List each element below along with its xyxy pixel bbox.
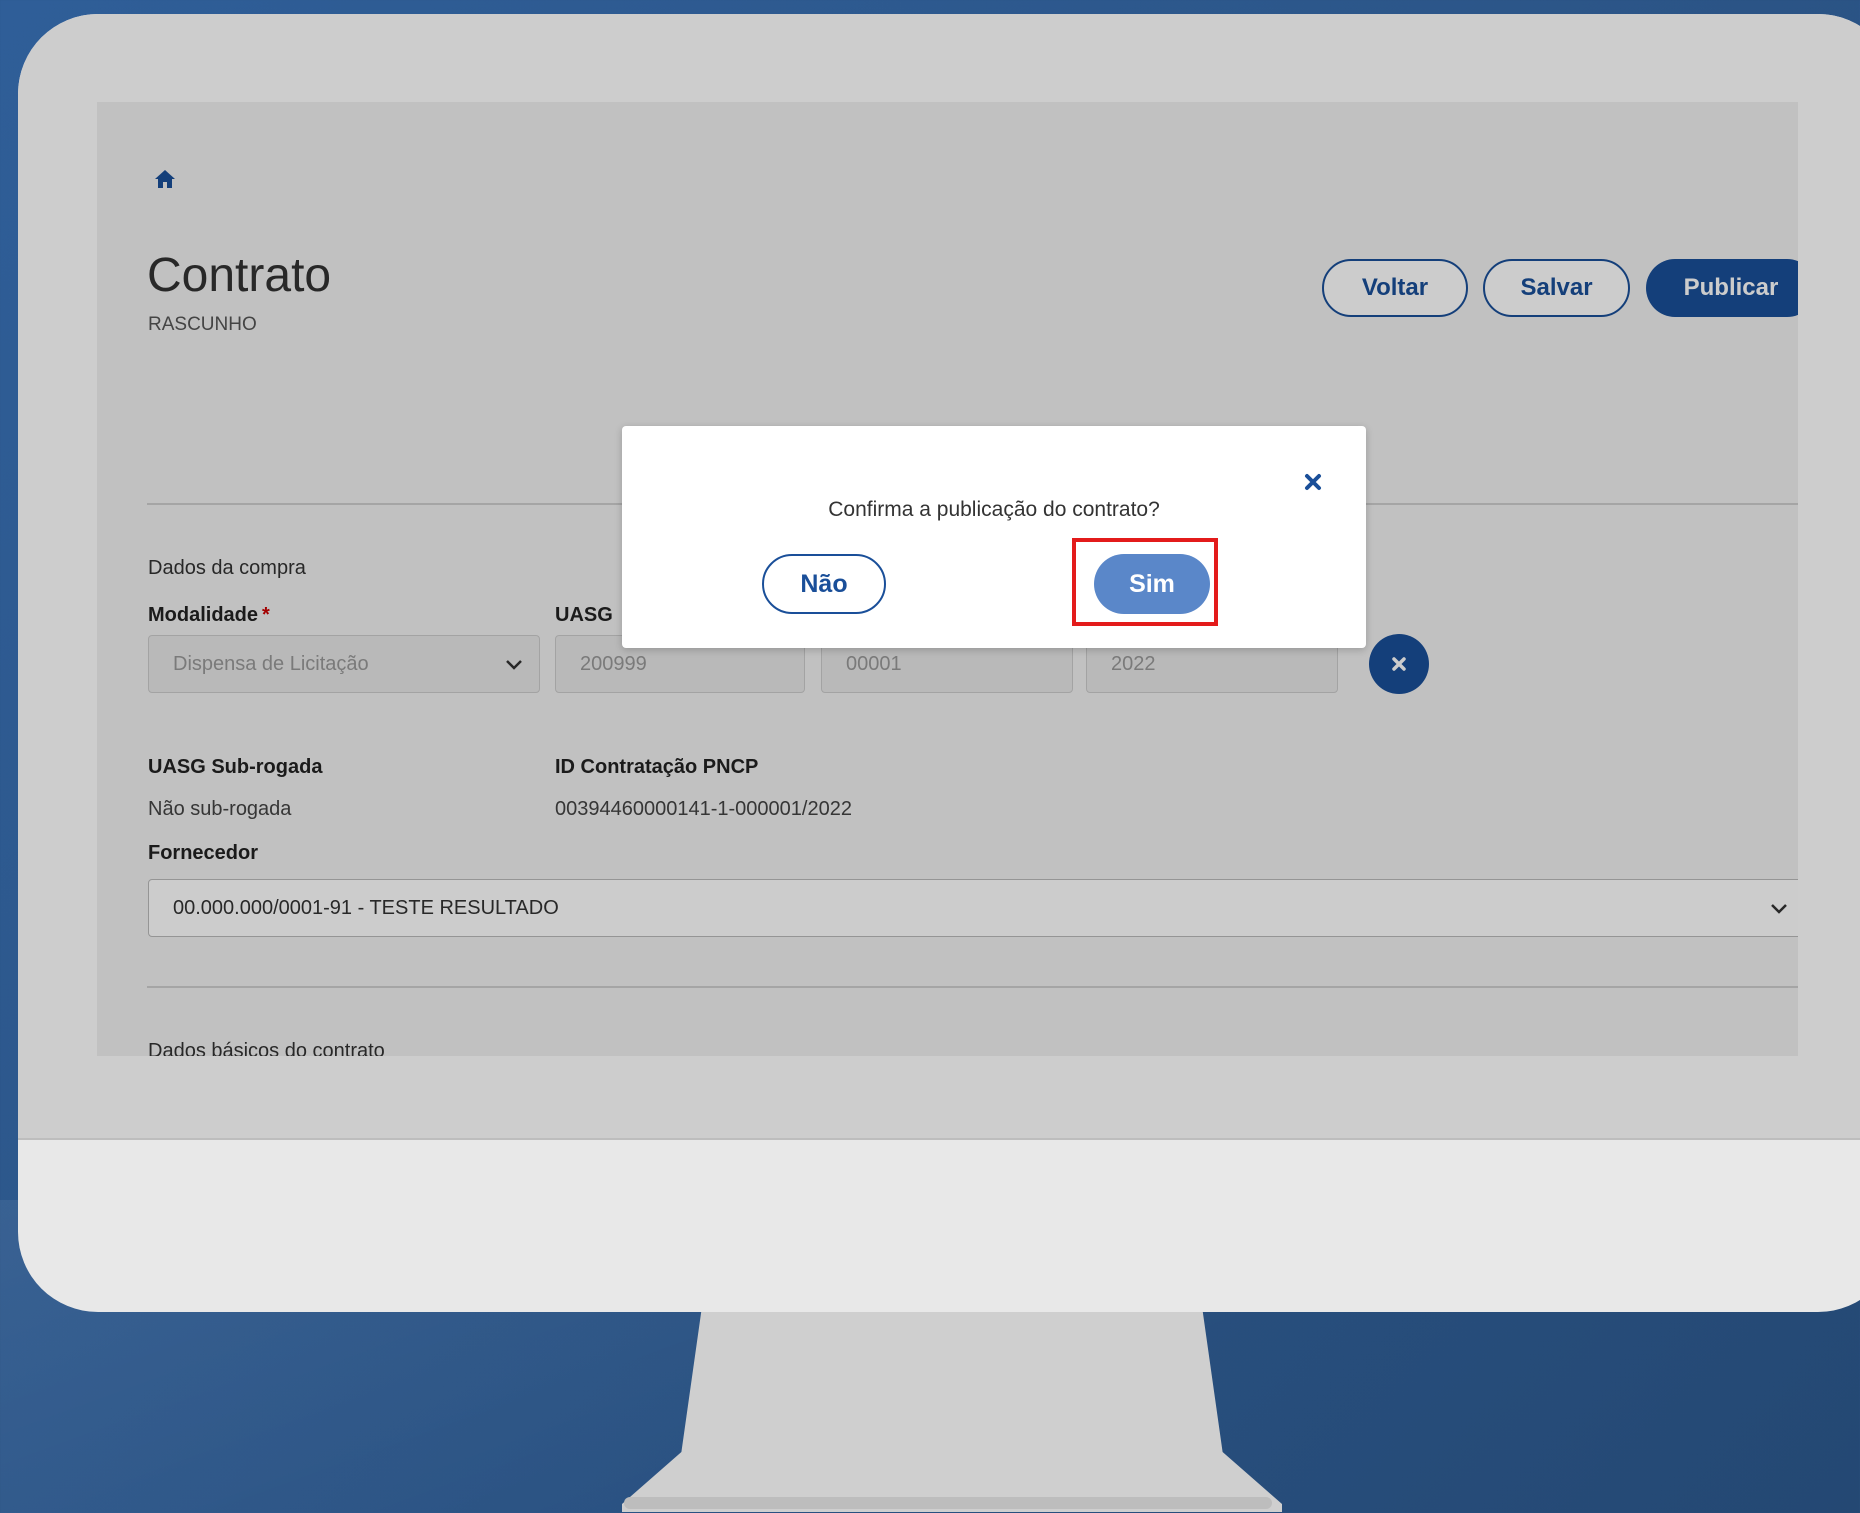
monitor-chin-line xyxy=(18,1138,1860,1140)
dialog-message: Confirma a publicação do contrato? xyxy=(828,498,1160,521)
screen: Contrato RASCUNHO Voltar Salvar Publicar… xyxy=(97,102,1798,1056)
confirm-dialog: Confirma a publicação do contrato? Não S… xyxy=(622,426,1366,648)
monitor-stand xyxy=(622,1312,1282,1512)
monitor-stand-base xyxy=(624,1497,1272,1509)
close-icon[interactable] xyxy=(1302,471,1324,493)
sim-button[interactable]: Sim xyxy=(1094,554,1210,614)
nao-button[interactable]: Não xyxy=(762,554,886,614)
